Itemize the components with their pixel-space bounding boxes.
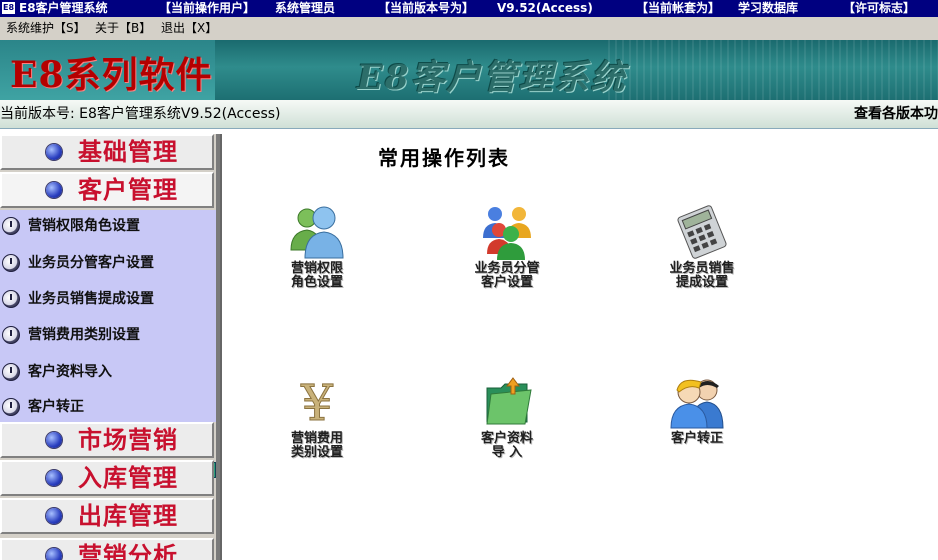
customer-submenu: 营销权限角色设置 业务员分管客户设置 业务员销售提成设置 营销费用类别设置 客户…	[0, 210, 216, 478]
title-bar: E8 E8客户管理系统 【当前操作用户】 系统管理员 【当前版本号为】 V9.5…	[0, 0, 938, 17]
clock-icon	[2, 290, 20, 308]
op-label: 营销权限 角色设置	[290, 261, 343, 290]
submenu-item-salesperson-customer-settings[interactable]: 业务员分管客户设置	[0, 248, 200, 278]
version-label: 【当前版本号为】	[378, 1, 475, 15]
license-label: 【许可标志】	[843, 1, 916, 15]
module-customer-management[interactable]: 客户管理	[0, 172, 214, 208]
module-label: 营销分析	[78, 541, 178, 560]
module-dot-icon	[46, 182, 62, 198]
op-sales-role-settings[interactable]: 营销权限 角色设置	[247, 204, 387, 314]
op-label: 客户转正	[670, 431, 723, 446]
menu-exit[interactable]: 退出【X】	[159, 17, 219, 39]
users-icon	[290, 206, 344, 259]
system-name: E8客户管理系统	[357, 58, 627, 98]
submenu-item-commission-settings[interactable]: 业务员销售提成设置	[0, 284, 200, 314]
version-value: V9.52(Access)	[497, 1, 593, 15]
banner-decoration	[608, 40, 938, 100]
module-marketing[interactable]: 市场营销	[0, 422, 214, 458]
sidebar: 基础管理 客户管理 营销权限角色设置 业务员分管客户设置 业务员销售提成设置 营…	[0, 134, 218, 560]
clock-icon	[2, 217, 20, 235]
brand-logo: E8系列软件	[10, 54, 213, 96]
user-label: 【当前操作用户】	[159, 1, 256, 15]
module-dot-icon	[46, 432, 62, 448]
op-customer-import[interactable]: 客户资料 导 入	[437, 374, 577, 484]
op-label: 客户资料 导 入	[480, 431, 533, 460]
submenu-label: 客户资料导入	[28, 364, 112, 380]
module-dot-icon	[46, 508, 62, 524]
customer-convert-icon	[670, 379, 724, 429]
module-label: 市场营销	[78, 425, 178, 454]
submenu-label: 营销权限角色设置	[28, 218, 140, 234]
module-outbound-management[interactable]: 出库管理	[0, 498, 214, 534]
module-label: 客户管理	[78, 175, 178, 204]
module-label: 基础管理	[78, 137, 178, 166]
submenu-label: 营销费用类别设置	[28, 327, 140, 343]
module-basic-management[interactable]: 基础管理	[0, 134, 214, 170]
clock-icon	[2, 363, 20, 381]
svg-text:¥: ¥	[300, 374, 333, 430]
menu-about[interactable]: 关于【B】	[93, 17, 153, 39]
calculator-icon	[677, 205, 727, 259]
op-salesperson-customer-settings[interactable]: 业务员分管 客户设置	[437, 204, 577, 314]
app-name: E8客户管理系统	[19, 1, 108, 15]
account-label: 【当前帐套为】	[636, 1, 721, 15]
main-panel: 常用操作列表 营销权限 角色设置 业务员分管 客户设置 业务员销售 提成设置 ¥…	[220, 134, 938, 560]
submenu-item-expense-category-settings[interactable]: 营销费用类别设置	[0, 320, 200, 350]
op-label: 营销费用 类别设置	[290, 431, 343, 460]
clock-icon	[2, 398, 20, 416]
op-customer-convert[interactable]: 客户转正	[627, 374, 767, 484]
menu-bar: 系统维护【S】 关于【B】 退出【X】	[0, 17, 938, 41]
submenu-item-customer-convert[interactable]: 客户转正	[0, 392, 200, 422]
module-sales-analysis[interactable]: 营销分析	[0, 538, 214, 560]
submenu-label: 客户转正	[28, 399, 84, 415]
op-label: 业务员分管 客户设置	[474, 261, 540, 290]
module-dot-icon	[46, 548, 62, 560]
op-expense-category-settings[interactable]: ¥ 营销费用 类别设置	[247, 374, 387, 484]
user-value: 系统管理员	[275, 1, 336, 15]
view-versions-link[interactable]: 查看各版本功	[854, 100, 938, 128]
module-label: 入库管理	[78, 463, 178, 492]
folder-import-icon	[486, 377, 532, 425]
group-icon	[483, 207, 531, 260]
clock-icon	[2, 254, 20, 272]
current-version-text: 当前版本号: E8客户管理系统V9.52(Access)	[0, 106, 281, 122]
account-value: 学习数据库	[738, 1, 799, 15]
menu-system-maintenance[interactable]: 系统维护【S】	[4, 17, 88, 39]
version-strip: 当前版本号: E8客户管理系统V9.52(Access) 查看各版本功	[0, 100, 938, 129]
op-label: 业务员销售 提成设置	[669, 261, 735, 290]
submenu-label: 业务员分管客户设置	[28, 255, 154, 271]
submenu-item-sales-role-settings[interactable]: 营销权限角色设置	[0, 211, 200, 241]
submenu-item-customer-import[interactable]: 客户资料导入	[0, 357, 200, 387]
clock-icon	[2, 326, 20, 344]
yen-icon: ¥	[300, 374, 334, 430]
module-inbound-management[interactable]: 入库管理	[0, 460, 214, 496]
submenu-label: 业务员销售提成设置	[28, 291, 154, 307]
page-title: 常用操作列表	[378, 146, 510, 170]
op-commission-settings[interactable]: 业务员销售 提成设置	[632, 204, 772, 314]
module-label: 出库管理	[78, 501, 178, 530]
module-dot-icon	[46, 144, 62, 160]
app-icon: E8	[2, 2, 15, 14]
module-dot-icon	[46, 470, 62, 486]
banner: E8系列软件 E8客户管理系统	[0, 40, 938, 100]
